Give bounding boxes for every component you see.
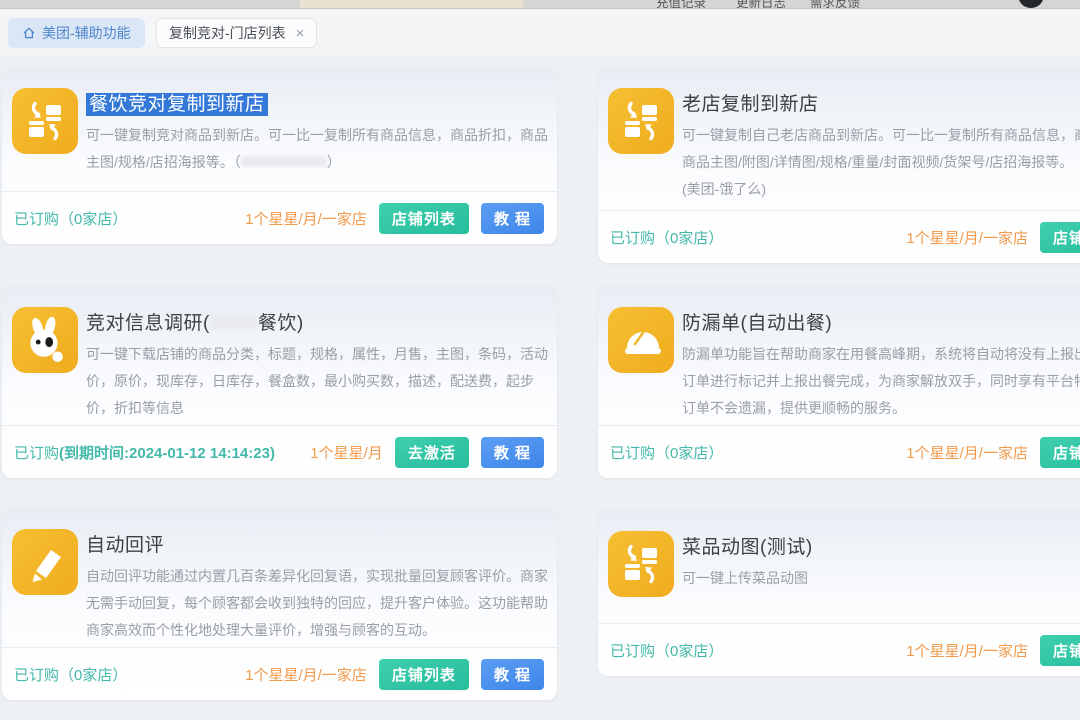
price-label: 1个星星/月/一家店 — [906, 442, 1028, 463]
home-icon — [22, 26, 36, 40]
card-column-right: 老店复制到新店 可一键复制自己老店商品到新店。可一比一复制所有商品信息，商品 商… — [598, 67, 1080, 676]
pencil-icon — [12, 529, 78, 595]
card-title: 防漏单(自动出餐) — [682, 308, 1080, 335]
card-anti-missed-order: 防漏单(自动出餐) 防漏单功能旨在帮助商家在用餐高峰期，系统将自动将没有上报出餐… — [598, 286, 1080, 478]
card-description-line: 防漏单功能旨在帮助商家在用餐高峰期，系统将自动将没有上报出餐 — [682, 341, 1080, 368]
card-dish-animation-test: 菜品动图(测试) 可一键上传菜品动图 已订购（0家店） 1个星星/月/一家店 店… — [598, 510, 1080, 676]
top-menu-changelog[interactable]: 更新日志 — [736, 0, 786, 9]
price-label: 1个星星/月/一家店 — [245, 664, 367, 685]
toolbar-highlight-chip — [300, 0, 523, 8]
card-description-line: 可一键下载店铺的商品分类，标题，规格，属性，月售，主图，条码，活动 — [86, 341, 544, 368]
selected-title-text: 餐饮竞对复制到新店 — [86, 93, 268, 116]
feature-card-grid: 餐饮竞对复制到新店 可一键复制竞对商品到新店。可一比一复制所有商品信息，商品折扣… — [0, 56, 1080, 720]
subscription-status: 已订购（0家店） — [610, 640, 723, 661]
top-menu-feedback[interactable]: 需求反馈 — [810, 0, 860, 9]
card-description-line: 可一键复制自己老店商品到新店。可一比一复制所有商品信息，商品 — [682, 122, 1080, 149]
copy-sync-icon — [12, 88, 78, 154]
copy-sync-icon — [608, 88, 674, 154]
subscription-status: 已订购（0家店） — [610, 227, 723, 248]
card-description-line: 自动回评功能通过内置几百条差异化回复语，实现批量回复顾客评价。商家 — [86, 563, 544, 590]
card-description-line: 订单进行标记并上报出餐完成，为商家解放双手，同时享有平台特权 — [682, 368, 1080, 395]
card-description-line: 可一键上传菜品动图 — [682, 565, 813, 592]
price-label: 1个星星/月/一家店 — [906, 227, 1028, 248]
card-description-line: 价，原价，现库存，日库存，餐盒数，最小购买数，描述，配送费，起步 — [86, 368, 544, 395]
card-description-line: 无需手动回复，每个顾客都会收到独特的回应，提升客户体验。这功能帮助 — [86, 590, 544, 617]
card-description-line: 价，折扣等信息 — [86, 395, 544, 422]
card-description-line: (美团-饿了么) — [682, 176, 1080, 203]
redacted-blur — [210, 316, 258, 329]
store-list-button[interactable]: 店铺列表 — [1040, 437, 1080, 468]
store-list-button[interactable]: 店铺列表 — [1040, 635, 1080, 666]
card-description-line: 可一键复制竞对商品到新店。可一比一复制所有商品信息，商品折扣，商品 — [86, 122, 544, 149]
card-title: 餐饮竞对复制到新店 — [86, 89, 544, 116]
window-toolbar-sliver: 充值记录 更新日志 需求反馈 — [0, 0, 1080, 9]
tab-active-label: 复制竞对-门店列表 — [169, 23, 286, 43]
price-label: 1个星星/月/一家店 — [245, 208, 367, 229]
subscription-status: 已订购（0家店） — [14, 664, 127, 685]
store-list-button[interactable]: 店铺列表 — [1040, 222, 1080, 253]
tab-home-label: 美团-辅助功能 — [42, 23, 131, 43]
tutorial-button[interactable]: 教 程 — [481, 437, 544, 468]
tab-bar: 美团-辅助功能 复制竞对-门店列表 × — [0, 9, 1080, 57]
card-title: 竞对信息调研(餐饮) — [86, 308, 544, 335]
card-description-line: 主图/规格/店招海报等。（） — [86, 149, 544, 176]
store-list-button[interactable]: 店铺列表 — [379, 659, 469, 690]
card-auto-reply-reviews: 自动回评 自动回评功能通过内置几百条差异化回复语，实现批量回复顾客评价。商家 无… — [2, 508, 557, 700]
top-menu-recharge[interactable]: 充值记录 — [656, 0, 706, 9]
card-description-line: 商品主图/附图/详情图/规格/重量/封面视频/货架号/店招海报等。 — [682, 149, 1080, 176]
card-title: 菜品动图(测试) — [682, 532, 813, 559]
tab-home[interactable]: 美团-辅助功能 — [8, 18, 145, 48]
tutorial-button[interactable]: 教 程 — [481, 203, 544, 234]
card-description-line: 订单不会遗漏，提供更顺畅的服务。 — [682, 395, 1080, 422]
card-description-line: 商家高效而个性化地处理大量评价，增强与顾客的互动。 — [86, 617, 544, 644]
subscription-status: 已订购（0家店） — [610, 442, 723, 463]
price-label: 1个星星/月 — [310, 442, 383, 463]
subscription-status: 已订购(到期时间:2024-01-12 14:14:23) — [14, 442, 275, 463]
store-list-button[interactable]: 店铺列表 — [379, 203, 469, 234]
card-title: 老店复制到新店 — [682, 89, 1080, 116]
food-cover-icon — [608, 307, 674, 373]
avatar[interactable] — [1018, 0, 1044, 8]
card-title: 自动回评 — [86, 530, 544, 557]
card-competitor-info-research: 竞对信息调研(餐饮) 可一键下载店铺的商品分类，标题，规格，属性，月售，主图，条… — [2, 286, 557, 478]
price-label: 1个星星/月/一家店 — [906, 640, 1028, 661]
redacted-blur — [241, 156, 327, 167]
copy-sync-icon — [608, 531, 674, 597]
subscription-status: 已订购（0家店） — [14, 208, 127, 229]
tab-copy-competitor-stores[interactable]: 复制竞对-门店列表 × — [156, 18, 317, 48]
expiry-time: (到期时间:2024-01-12 14:14:23) — [59, 445, 275, 462]
card-copy-competitor-to-new-store: 餐饮竞对复制到新店 可一键复制竞对商品到新店。可一比一复制所有商品信息，商品折扣… — [2, 67, 557, 244]
rabbit-icon — [12, 307, 78, 373]
card-copy-old-store-to-new: 老店复制到新店 可一键复制自己老店商品到新店。可一比一复制所有商品信息，商品 商… — [598, 67, 1080, 263]
card-column-left: 餐饮竞对复制到新店 可一键复制竞对商品到新店。可一比一复制所有商品信息，商品折扣… — [2, 67, 557, 700]
activate-button[interactable]: 去激活 — [395, 437, 469, 468]
close-icon[interactable]: × — [296, 26, 305, 41]
tutorial-button[interactable]: 教 程 — [481, 659, 544, 690]
